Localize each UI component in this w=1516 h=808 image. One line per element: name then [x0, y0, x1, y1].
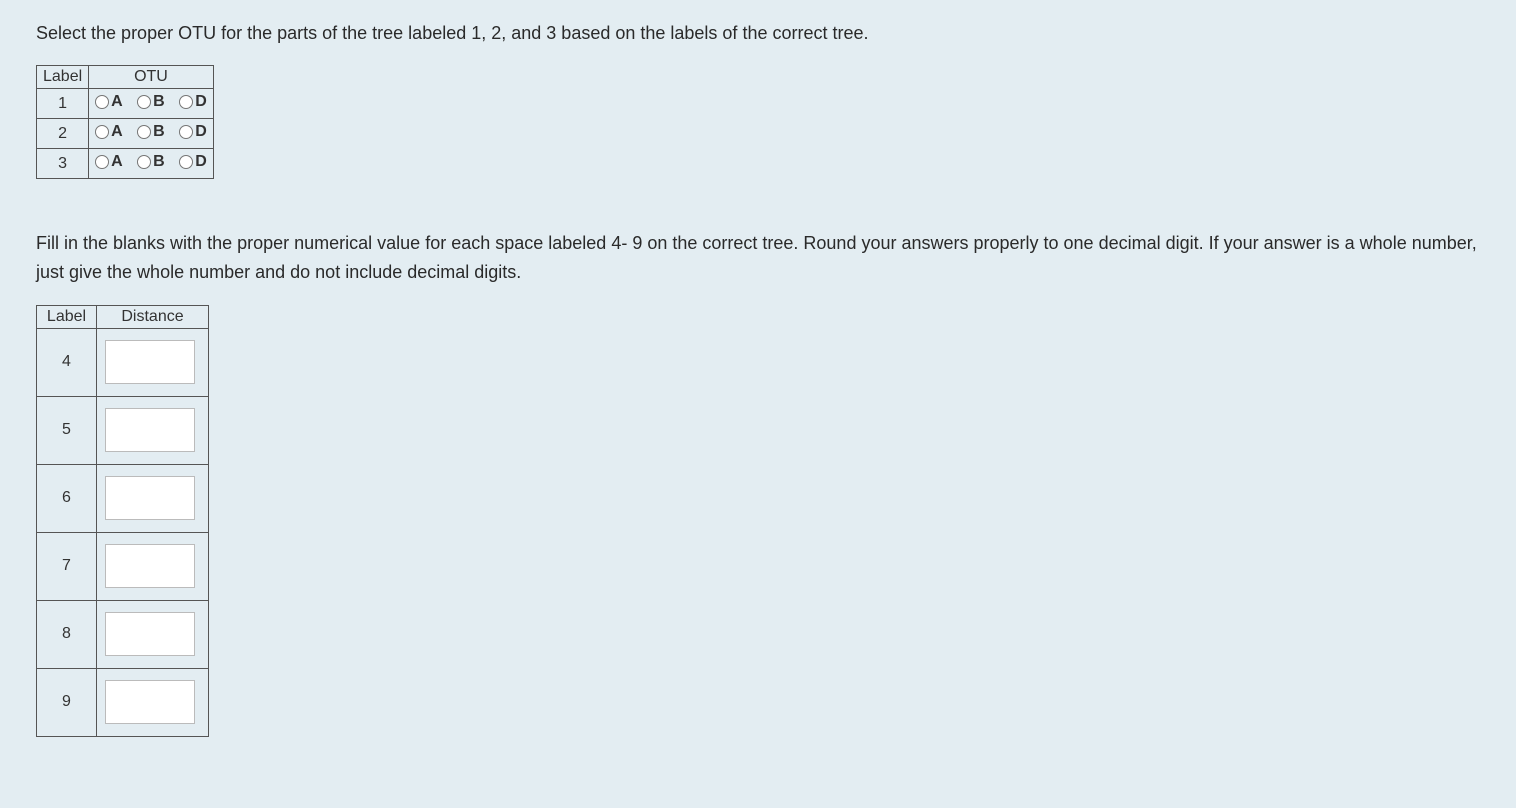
radio-option-d[interactable]: D	[179, 153, 207, 171]
distance-row-input-cell	[97, 396, 209, 464]
otu-row-options: A B D	[89, 119, 214, 149]
table-row: 4	[37, 328, 209, 396]
radio-option-d[interactable]: D	[179, 93, 207, 111]
table-row: 2 A B D	[37, 119, 214, 149]
radio-input[interactable]	[137, 125, 151, 139]
radio-option-a[interactable]: A	[95, 123, 123, 141]
radio-label: A	[111, 93, 123, 111]
distance-input[interactable]	[105, 680, 195, 724]
otu-header-label: Label	[37, 66, 89, 89]
distance-row-label: 9	[37, 668, 97, 736]
radio-input[interactable]	[179, 125, 193, 139]
distance-input[interactable]	[105, 476, 195, 520]
radio-label: D	[195, 123, 207, 141]
distance-header-distance: Distance	[97, 305, 209, 328]
radio-label: B	[153, 153, 165, 171]
distance-row-input-cell	[97, 668, 209, 736]
distance-row-label: 4	[37, 328, 97, 396]
distance-row-label: 7	[37, 532, 97, 600]
otu-row-label: 3	[37, 149, 89, 179]
radio-label: D	[195, 93, 207, 111]
otu-header-otu: OTU	[89, 66, 214, 89]
table-row: 5	[37, 396, 209, 464]
radio-label: A	[111, 153, 123, 171]
instruction-1: Select the proper OTU for the parts of t…	[36, 20, 1480, 47]
table-row: 8	[37, 600, 209, 668]
instruction-2: Fill in the blanks with the proper numer…	[36, 229, 1480, 287]
radio-input[interactable]	[179, 155, 193, 169]
table-row: 9	[37, 668, 209, 736]
radio-input[interactable]	[95, 95, 109, 109]
radio-input[interactable]	[179, 95, 193, 109]
radio-input[interactable]	[95, 125, 109, 139]
otu-table: Label OTU 1 A B D 2 A B D 3 A B D	[36, 65, 214, 179]
radio-option-a[interactable]: A	[95, 153, 123, 171]
distance-input[interactable]	[105, 408, 195, 452]
table-row: 3 A B D	[37, 149, 214, 179]
distance-header-label: Label	[37, 305, 97, 328]
radio-input[interactable]	[137, 155, 151, 169]
radio-label: B	[153, 93, 165, 111]
radio-option-b[interactable]: B	[137, 123, 165, 141]
radio-input[interactable]	[137, 95, 151, 109]
radio-option-b[interactable]: B	[137, 153, 165, 171]
distance-table: Label Distance 4 5 6 7 8 9	[36, 305, 209, 737]
distance-row-input-cell	[97, 532, 209, 600]
radio-option-b[interactable]: B	[137, 93, 165, 111]
radio-option-d[interactable]: D	[179, 123, 207, 141]
otu-row-label: 2	[37, 119, 89, 149]
otu-row-options: A B D	[89, 149, 214, 179]
otu-row-label: 1	[37, 89, 89, 119]
radio-label: D	[195, 153, 207, 171]
distance-input[interactable]	[105, 612, 195, 656]
table-row: 7	[37, 532, 209, 600]
radio-label: B	[153, 123, 165, 141]
distance-row-label: 8	[37, 600, 97, 668]
radio-label: A	[111, 123, 123, 141]
distance-row-input-cell	[97, 600, 209, 668]
distance-row-label: 5	[37, 396, 97, 464]
distance-row-input-cell	[97, 328, 209, 396]
distance-input[interactable]	[105, 340, 195, 384]
distance-row-input-cell	[97, 464, 209, 532]
table-row: 6	[37, 464, 209, 532]
otu-row-options: A B D	[89, 89, 214, 119]
radio-input[interactable]	[95, 155, 109, 169]
distance-input[interactable]	[105, 544, 195, 588]
table-row: 1 A B D	[37, 89, 214, 119]
distance-row-label: 6	[37, 464, 97, 532]
radio-option-a[interactable]: A	[95, 93, 123, 111]
